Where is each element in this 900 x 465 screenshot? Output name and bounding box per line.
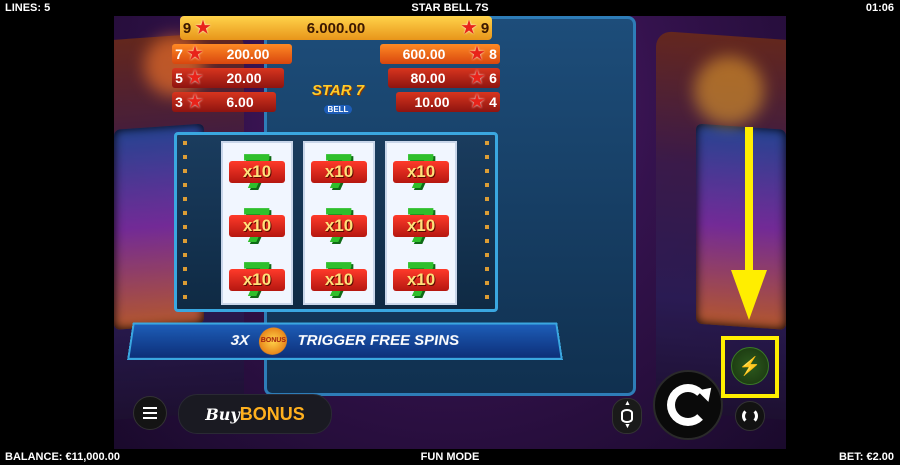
bet-settings-button[interactable]: ▲ ▼ (612, 398, 642, 434)
trigger-banner: 3X BONUS TRIGGER FREE SPINS (127, 322, 563, 360)
autoplay-button[interactable] (735, 401, 765, 431)
reel-symbol: 7x10 (387, 199, 455, 253)
paytable-row-3: 3 ★ 6.00 (172, 92, 276, 112)
paytable-value: 600.00 (402, 46, 446, 62)
star-icon: ★ (469, 92, 485, 111)
paytable-value: 6.000.00 (306, 19, 366, 37)
multiplier-label: x10 (393, 215, 449, 237)
reel-1: 7x10 7x10 7x10 (221, 141, 293, 305)
paytable-row-9: 9 ★ 6.000.00 ★ 9 (180, 16, 492, 40)
logo-text: STAR 7 (311, 82, 365, 99)
star-icon: ★ (195, 18, 211, 37)
autoplay-icon (742, 408, 758, 424)
paytable-count: 4 (489, 94, 497, 110)
reel-symbol: 7x10 (305, 145, 373, 199)
trigger-prefix: 3X (230, 332, 250, 349)
bonus-badge-icon: BONUS (258, 327, 288, 355)
multiplier-label: x10 (311, 215, 367, 237)
multiplier-label: x10 (229, 269, 285, 291)
multiplier-label: x10 (311, 161, 367, 183)
reel-symbol: 7x10 (223, 253, 291, 307)
menu-button[interactable] (133, 396, 167, 430)
paytable-count: 5 (175, 70, 183, 86)
clock: 01:06 (865, 2, 894, 14)
coins-stack-icon (621, 409, 633, 423)
mode-label: FUN MODE (420, 451, 480, 463)
background-light (694, 56, 764, 126)
paytable-count: 8 (489, 46, 497, 62)
trigger-text: TRIGGER FREE SPINS (297, 332, 460, 349)
paytable-value: 10.00 (414, 94, 450, 110)
star-icon: ★ (187, 92, 203, 111)
annotation-arrow (745, 127, 753, 277)
logo-subtext: BELL (323, 105, 353, 114)
hamburger-icon (143, 417, 157, 419)
paytable-count: 3 (175, 94, 183, 110)
star-icon: ★ (187, 44, 203, 63)
paytable-row-4: 10.00 ★ 4 (396, 92, 500, 112)
multiplier-label: x10 (229, 161, 285, 183)
paytable-row-8: 600.00 ★ 8 (380, 44, 500, 64)
reel-2: 7x10 7x10 7x10 (303, 141, 375, 305)
star-icon: ★ (469, 68, 485, 87)
caret-up-icon: ▲ (624, 400, 631, 407)
bottom-bar: BALANCE: €11,000.00 FUN MODE BET: €2.00 (0, 449, 900, 465)
turbo-button[interactable]: ⚡ (731, 347, 769, 385)
paytable-value: 20.00 (226, 70, 262, 86)
reel-symbol: 7x10 (305, 199, 373, 253)
paytable-value: 6.00 (226, 94, 254, 110)
buy-bonus-label-2: BONUS (239, 404, 305, 424)
marquee-lights (485, 141, 489, 305)
reels-frame: 7x10 7x10 7x10 7x10 7x10 7x10 7x10 7x10 … (174, 132, 498, 312)
reel-3: 7x10 7x10 7x10 (385, 141, 457, 305)
paytable-value: 80.00 (410, 70, 446, 86)
multiplier-label: x10 (229, 215, 285, 237)
lightning-icon: ⚡ (738, 356, 762, 376)
reel-symbol: 7x10 (223, 199, 291, 253)
hamburger-icon (143, 412, 157, 414)
paytable-count: 7 (175, 46, 183, 62)
reel-symbol: 7x10 (305, 253, 373, 307)
star-icon: ★ (187, 68, 203, 87)
paytable-count: 9 (182, 19, 192, 37)
caret-down-icon: ▼ (624, 423, 631, 430)
paytable-row-5: 5 ★ 20.00 (172, 68, 284, 88)
star-icon: ★ (461, 18, 477, 37)
multiplier-label: x10 (393, 269, 449, 291)
paytable-value: 200.00 (226, 46, 270, 62)
reel-symbol: 7x10 (387, 145, 455, 199)
reel-symbol: 7x10 (223, 145, 291, 199)
buy-bonus-label-1: Buy (205, 405, 240, 424)
game-logo: STAR 7 BELL (300, 82, 376, 126)
bet-label: BET: €2.00 (838, 451, 894, 463)
buy-bonus-button[interactable]: BuyBONUS (178, 394, 332, 434)
paytable-row-6: 80.00 ★ 6 (388, 68, 500, 88)
paytable-count: 9 (480, 19, 490, 37)
annotation-arrow-head (731, 270, 767, 320)
star-icon: ★ (469, 44, 485, 63)
paytable-row-7: 7 ★ 200.00 (172, 44, 292, 64)
paytable-count: 6 (489, 70, 497, 86)
marquee-lights (183, 141, 187, 305)
multiplier-label: x10 (393, 161, 449, 183)
multiplier-label: x10 (311, 269, 367, 291)
reel-symbol: 7x10 (387, 253, 455, 307)
spin-button[interactable] (653, 370, 723, 440)
hamburger-icon (143, 407, 157, 409)
